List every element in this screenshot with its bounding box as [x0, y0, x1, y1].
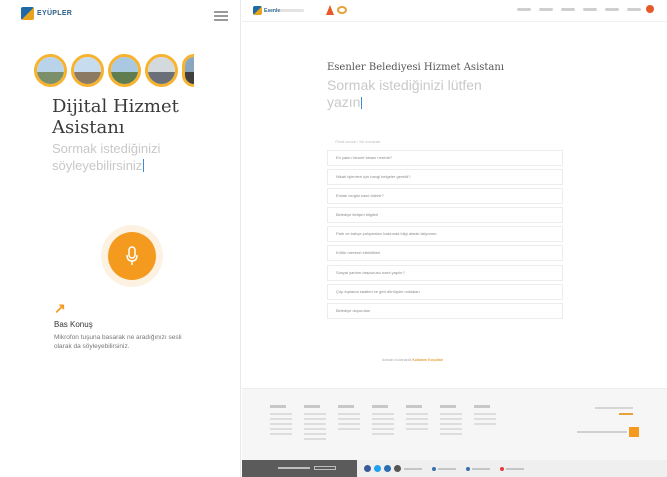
page-title: Dijital Hizmet Asistanı — [52, 96, 179, 138]
footer-column — [406, 405, 428, 433]
assistant-title: Esenler Belediyesi Hizmet Asistanı — [327, 62, 505, 73]
suggestion-item[interactable]: Çöp toplama saatleri ve geri dönüşüm nok… — [327, 283, 563, 300]
header-tagline — [280, 9, 304, 12]
terms-note: Asistanı kullanarak Kullanım Koşulları — [382, 358, 443, 362]
footer-column — [474, 405, 496, 428]
arrow-up-right-icon: ↗ — [54, 300, 66, 316]
assistant-input[interactable]: Sormak istediğinizi lütfen yazın — [327, 77, 497, 111]
footer-column — [270, 405, 292, 438]
twitter-icon[interactable] — [374, 465, 381, 472]
story-bubble[interactable] — [34, 54, 67, 87]
social-icons — [364, 465, 401, 472]
contact-strip — [242, 460, 357, 477]
call-center-badge[interactable] — [314, 466, 336, 470]
nav-item[interactable] — [583, 8, 597, 11]
terms-note-text: Asistanı kullanarak — [382, 358, 412, 362]
bottom-bar — [242, 460, 667, 477]
suggestion-item[interactable]: Park ve bahçe çalışmaları hakkında bilgi… — [327, 226, 563, 243]
brand-logo[interactable] — [326, 5, 347, 15]
logo-mark-icon — [253, 6, 262, 15]
bottom-link[interactable] — [472, 467, 490, 471]
search-icon[interactable] — [646, 5, 654, 13]
voice-prompt[interactable]: Sormak istediğinizi söyleyebilirsiniz — [52, 140, 222, 174]
microphone-icon — [126, 246, 138, 265]
footer-column — [372, 405, 394, 438]
suggestion-item[interactable]: Kültür merkezi etkinlikleri — [327, 245, 563, 262]
press-to-talk-label: Bas Konuş — [54, 320, 93, 329]
press-to-talk-description: Mikrofon tuşuna basarak ne aradığınızı s… — [54, 334, 182, 350]
link-dot-icon — [432, 467, 436, 471]
site-header: Esenler — [242, 0, 667, 22]
suggestion-item[interactable]: En yakın hizmet binası nerede? — [327, 150, 563, 166]
story-bubble[interactable] — [108, 54, 141, 87]
bottom-link[interactable] — [404, 467, 422, 471]
suggestions-list: En yakın hizmet binası nerede? Nikah işl… — [327, 150, 563, 322]
mobile-panel: EYÜPLER Dijital Hizmet Asistanı Sormak i… — [0, 0, 241, 477]
facebook-icon[interactable] — [364, 465, 371, 472]
suggestion-item[interactable]: Belediye duyuruları — [327, 302, 563, 319]
bottom-links — [404, 467, 524, 471]
nav-item[interactable] — [627, 8, 641, 11]
footer-column — [338, 405, 360, 433]
youtube-icon[interactable] — [394, 465, 401, 472]
story-bubble[interactable] — [71, 54, 104, 87]
site-footer — [242, 388, 667, 460]
nav-item[interactable] — [561, 8, 575, 11]
story-bubbles — [34, 54, 194, 87]
nav-item[interactable] — [539, 8, 553, 11]
microphone-button[interactable] — [108, 232, 156, 280]
desktop-page: Esenler Esenler Belediyesi Hizmet Asista… — [242, 0, 667, 477]
brand-mark-icon — [326, 5, 334, 15]
suggestion-item[interactable]: Emlak vergisi nasıl ödenir? — [327, 188, 563, 205]
text-caret — [143, 159, 145, 172]
story-bubble[interactable] — [145, 54, 178, 87]
suggestion-item[interactable]: Sosyal yardım başvurusu nasıl yapılır? — [327, 264, 563, 281]
link-dot-icon — [500, 467, 504, 471]
story-bubble[interactable] — [182, 54, 194, 87]
footer-column — [304, 405, 326, 443]
assistant-input-placeholder: Sormak istediğinizi lütfen yazın — [327, 77, 482, 110]
mobile-logo-text: EYÜPLER — [37, 10, 73, 17]
brand-ring-icon — [337, 6, 347, 14]
newsletter-submit-button[interactable] — [629, 427, 639, 437]
mobile-logo[interactable]: EYÜPLER — [21, 7, 72, 20]
footer-column — [440, 405, 462, 438]
suggestions-header: Örnek sorular / Sık sorulanlar — [335, 140, 381, 144]
newsletter-input[interactable] — [577, 431, 628, 433]
nav-item[interactable] — [605, 8, 619, 11]
hamburger-menu-icon[interactable] — [214, 11, 228, 21]
footer-newsletter — [577, 407, 639, 437]
site-logo[interactable]: Esenler — [253, 6, 282, 15]
suggestion-item[interactable]: Nikah işlemleri için hangi belgeler gere… — [327, 169, 563, 186]
main-nav — [517, 8, 641, 11]
link-dot-icon — [466, 467, 470, 471]
logo-mark-icon — [21, 7, 34, 20]
text-caret — [361, 97, 363, 109]
instagram-icon[interactable] — [384, 465, 391, 472]
phone-number[interactable] — [278, 467, 310, 469]
bottom-link[interactable] — [506, 467, 524, 471]
nav-item[interactable] — [517, 8, 531, 11]
terms-link[interactable]: Kullanım Koşulları — [412, 358, 443, 362]
suggestion-item[interactable]: Belediye iletişim bilgileri — [327, 207, 563, 224]
bottom-link[interactable] — [438, 467, 456, 471]
